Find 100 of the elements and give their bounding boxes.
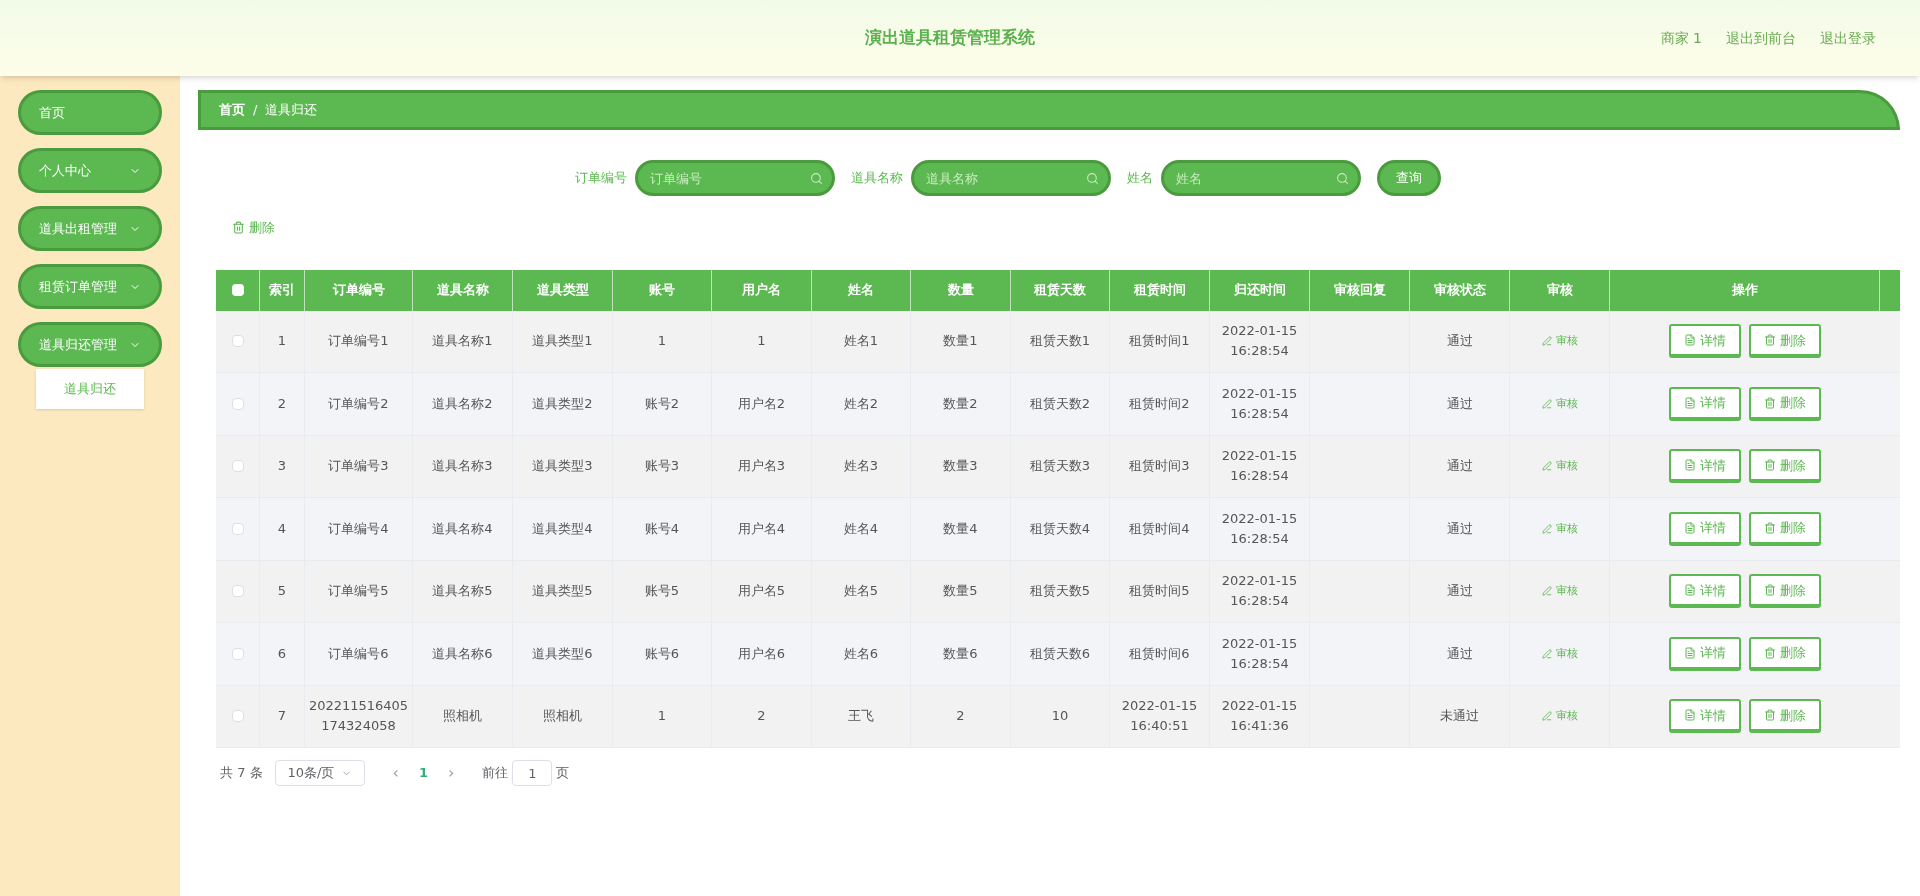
page-size-select[interactable]: 10条/页 [274, 760, 365, 786]
search-field[interactable]: 道具名称 [911, 160, 1111, 196]
detail-button[interactable]: 详情 [1669, 386, 1741, 421]
sidebar-item[interactable]: 首页 [18, 90, 162, 135]
table-cell-text: 照相机 [443, 707, 482, 726]
pen-icon [1541, 398, 1552, 409]
row-checkbox[interactable] [231, 335, 244, 348]
total-count: 共 7 条 [220, 764, 263, 783]
review-link[interactable]: 审核 [1541, 520, 1578, 537]
search-field[interactable]: 姓名 [1161, 160, 1361, 196]
submenu-item[interactable]: 道具归还 [36, 369, 144, 409]
search-icon [1086, 172, 1099, 185]
next-page-button[interactable]: › [448, 761, 455, 785]
table-cell-text: 用户名6 [737, 644, 786, 663]
review-link[interactable]: 审核 [1541, 458, 1578, 475]
table-cell-text: 租赁天数1 [1029, 332, 1091, 351]
document-icon [1684, 709, 1696, 722]
trash-icon [232, 221, 245, 235]
breadcrumb-link[interactable]: 道具归还 [265, 100, 318, 120]
sidebar-item[interactable]: 租赁订单管理 [18, 264, 162, 309]
breadcrumb-separator: / [253, 101, 258, 120]
delete-button[interactable]: 删除 [1749, 324, 1821, 359]
table-cell-text: 道具类型5 [532, 582, 593, 601]
table-cell-text: 1 [657, 707, 667, 726]
table-cell-text: 道具类型4 [532, 519, 593, 538]
row-checkbox[interactable] [231, 710, 244, 723]
table-cell-text: 10 [1051, 707, 1069, 726]
document-icon [1684, 646, 1696, 659]
review-link[interactable]: 审核 [1541, 333, 1578, 350]
table-cell-text: 1 [657, 332, 667, 351]
row-checkbox[interactable] [231, 522, 244, 535]
table-cell-text: 道具类型2 [532, 394, 593, 413]
delete-button[interactable]: 删除 [1749, 574, 1821, 609]
header-link[interactable]: 退出到前台 [1726, 27, 1796, 49]
table-cell-text: 5 [277, 582, 287, 601]
table-cell-text: 订单编号5 [328, 582, 389, 601]
trash-icon [1764, 709, 1776, 722]
breadcrumb-link[interactable]: 首页 [219, 100, 245, 120]
query-button[interactable]: 查询 [1377, 160, 1441, 196]
search-field[interactable]: 订单编号 [635, 160, 835, 196]
review-link[interactable]: 审核 [1541, 583, 1578, 600]
table-cell-text: 姓名5 [843, 582, 879, 601]
table-cell-text: 租赁天数3 [1029, 457, 1091, 476]
delete-button[interactable]: 删除 [1749, 699, 1821, 734]
delete-button[interactable]: 删除 [1749, 511, 1821, 546]
pen-icon [1541, 523, 1552, 534]
page-number[interactable]: 1 [410, 763, 436, 783]
column-header: 审核状态 [1433, 281, 1486, 300]
table-cell-text: 租赁时间5 [1129, 582, 1190, 601]
pen-icon [1541, 461, 1552, 472]
row-checkbox[interactable] [231, 460, 244, 473]
table-cell-text: 姓名6 [843, 644, 879, 663]
table-cell-text: 通过 [1446, 332, 1473, 351]
table-cell-text: 用户名5 [737, 582, 786, 601]
detail-button[interactable]: 详情 [1669, 324, 1741, 359]
prev-page-button[interactable]: ‹ [392, 761, 399, 785]
pen-icon [1541, 586, 1552, 597]
delete-button[interactable]: 删除 [1749, 636, 1821, 671]
page-input[interactable]: 1 [512, 760, 553, 786]
search-icon [810, 172, 823, 185]
detail-button[interactable]: 详情 [1669, 511, 1741, 546]
table-cell-text: 姓名4 [843, 519, 879, 538]
table-cell-text: 2022-01-15 16:40:51 [1120, 697, 1199, 736]
table-cell-text: 数量5 [943, 582, 978, 601]
select-all-checkbox[interactable] [231, 284, 244, 296]
row-checkbox[interactable] [231, 397, 244, 410]
search-icon [1336, 172, 1349, 185]
sidebar-item[interactable]: 个人中心 [18, 148, 162, 193]
header-link[interactable]: 退出登录 [1820, 27, 1876, 49]
sidebar-item[interactable]: 道具归还管理 [18, 322, 162, 367]
table-cell-text: 租赁时间2 [1129, 394, 1190, 413]
delete-button[interactable]: 删除 [232, 218, 275, 238]
column-header: 租赁时间 [1133, 281, 1186, 300]
table-cell-text: 用户名3 [737, 457, 786, 476]
table-cell-text: 通过 [1446, 457, 1473, 476]
table-cell-text: 2022-01-15 16:28:54 [1220, 384, 1299, 423]
table-cell-text: 租赁时间1 [1129, 332, 1190, 351]
table-cell-text: 1 [277, 332, 287, 351]
row-checkbox[interactable] [231, 647, 244, 660]
review-link[interactable]: 审核 [1541, 645, 1578, 662]
trash-icon [1764, 521, 1776, 534]
table-cell-text: 2 [277, 394, 287, 413]
review-link[interactable]: 审核 [1541, 708, 1578, 725]
table-cell-text: 订单编号4 [328, 519, 389, 538]
trash-icon [1764, 334, 1776, 347]
table-cell-text: 数量6 [943, 644, 978, 663]
header-link[interactable]: 商家 1 [1660, 27, 1702, 49]
row-checkbox[interactable] [231, 585, 244, 598]
review-link[interactable]: 审核 [1541, 395, 1578, 412]
detail-button[interactable]: 详情 [1669, 636, 1741, 671]
delete-button[interactable]: 删除 [1749, 386, 1821, 421]
detail-button[interactable]: 详情 [1669, 449, 1741, 484]
detail-button[interactable]: 详情 [1669, 574, 1741, 609]
delete-button[interactable]: 删除 [1749, 449, 1821, 484]
sidebar-item[interactable]: 道具出租管理 [18, 206, 162, 251]
table-cell-text: 道具类型3 [532, 457, 593, 476]
column-header: 姓名 [848, 281, 874, 300]
table-cell-text: 租赁时间4 [1129, 519, 1190, 538]
detail-button[interactable]: 详情 [1669, 699, 1741, 734]
table-cell-text: 账号3 [644, 457, 680, 476]
